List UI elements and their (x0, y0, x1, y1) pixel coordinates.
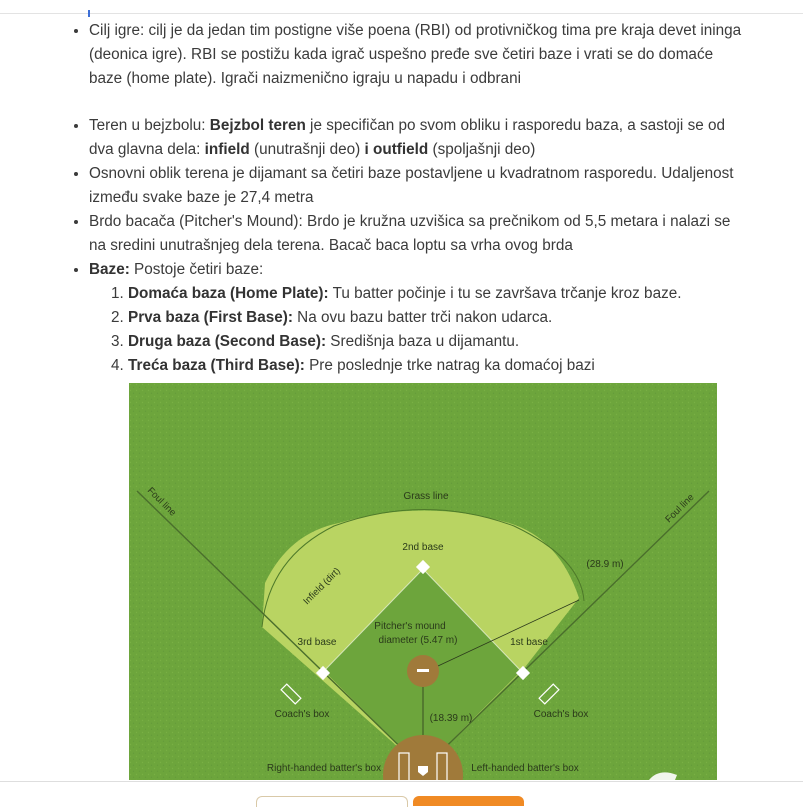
bases-list: Domaća baza (Home Plate): Tu batter poči… (89, 282, 742, 378)
article-content: Cilj igre: cilj je da jedan tim postigne… (62, 19, 742, 378)
base-item-first: Prva baza (First Base): Na ovu bazu batt… (128, 306, 742, 330)
label-second-base: 2nd base (402, 542, 444, 553)
bottom-divider (0, 781, 803, 782)
list-item-shape: Osnovni oblik terena je dijamant sa četi… (89, 162, 742, 210)
label-mound-diameter: diameter (5.47 m) (379, 635, 458, 646)
list-item-goal: Cilj igre: cilj je da jedan tim postigne… (89, 19, 742, 91)
label-third-base: 3rd base (298, 637, 337, 648)
top-divider (0, 13, 803, 14)
bullet-list-intro: Cilj igre: cilj je da jedan tim postigne… (62, 19, 742, 91)
label-grass-line: Grass line (403, 491, 448, 502)
pitchers-rubber (417, 669, 429, 672)
label-rh-batter-box: Right-handed batter's box (267, 763, 381, 774)
baseball-field-diagram: Grass line Foul line Foul line 2nd base … (129, 383, 717, 780)
base-item-third: Treća baza (Third Base): Pre poslednje t… (128, 354, 742, 378)
label-coach-box-left: Coach's box (275, 709, 330, 720)
list-item-bases: Baze: Postoje četiri baze: Domaća baza (… (89, 258, 742, 378)
field-svg: Grass line Foul line Foul line 2nd base … (129, 383, 717, 780)
base-item-home: Domaća baza (Home Plate): Tu batter poči… (128, 282, 742, 306)
bullet-list-terrain: Teren u bejzbolu: Bejzbol teren je speci… (62, 114, 742, 378)
list-item-terrain: Teren u bejzbolu: Bejzbol teren je speci… (89, 114, 742, 162)
primary-action-button[interactable] (413, 796, 524, 806)
label-coach-box-right: Coach's box (534, 709, 589, 720)
label-dist-mound: (18.39 m) (430, 713, 473, 724)
label-lh-batter-box: Left-handed batter's box (471, 763, 579, 774)
list-item-mound: Brdo bacača (Pitcher's Mound): Brdo je k… (89, 210, 742, 258)
label-dist-outfield: (28.9 m) (586, 559, 623, 570)
base-item-second: Druga baza (Second Base): Središnja baza… (128, 330, 742, 354)
label-pitchers-mound: Pitcher's mound (374, 621, 445, 632)
cursor-marker (88, 10, 90, 17)
label-first-base: 1st base (510, 637, 548, 648)
secondary-action-button[interactable] (256, 796, 408, 807)
